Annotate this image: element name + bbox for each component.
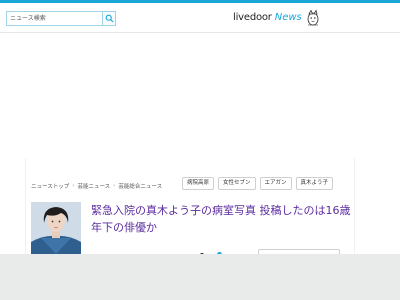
mascot-icon bbox=[307, 9, 319, 26]
keyword-tag[interactable]: 真木よう子 bbox=[295, 177, 334, 190]
article-thumbnail[interactable] bbox=[31, 202, 81, 254]
site-header: livedoor News bbox=[0, 3, 400, 33]
breadcrumb: ニューストップ › 芸能ニュース › 芸能総合ニュース bbox=[31, 182, 162, 190]
search-box bbox=[6, 11, 116, 26]
article-content: ニューストップ › 芸能ニュース › 芸能総合ニュース 病院高原 女性セブン エ… bbox=[25, 158, 355, 257]
breadcrumb-item[interactable]: ニューストップ bbox=[31, 182, 69, 190]
breadcrumb-separator: › bbox=[113, 183, 116, 189]
breadcrumb-item[interactable]: 芸能総合ニュース bbox=[118, 182, 162, 190]
keyword-tag[interactable]: エアガン bbox=[259, 177, 292, 190]
site-logo[interactable]: livedoor News bbox=[233, 12, 302, 26]
portrait-image bbox=[31, 202, 81, 254]
footer-band bbox=[0, 254, 400, 300]
logo-news-text: News bbox=[274, 12, 302, 23]
search-button[interactable] bbox=[102, 12, 115, 25]
keyword-tag[interactable]: 女性セブン bbox=[218, 177, 256, 190]
breadcrumb-separator: › bbox=[72, 183, 75, 189]
breadcrumb-item[interactable]: 芸能ニュース bbox=[77, 182, 110, 190]
ad-area bbox=[0, 34, 400, 154]
article-title[interactable]: 緊急入院の真木よう子の病室写真 投稿したのは16歳年下の俳優か bbox=[91, 202, 353, 236]
search-icon bbox=[105, 14, 114, 23]
keyword-tag[interactable]: 病院高原 bbox=[182, 177, 215, 190]
keyword-tags: 病院高原 女性セブン エアガン 真木よう子 bbox=[182, 177, 337, 190]
logo-main-text: livedoor bbox=[233, 12, 272, 23]
search-input[interactable] bbox=[7, 12, 103, 25]
